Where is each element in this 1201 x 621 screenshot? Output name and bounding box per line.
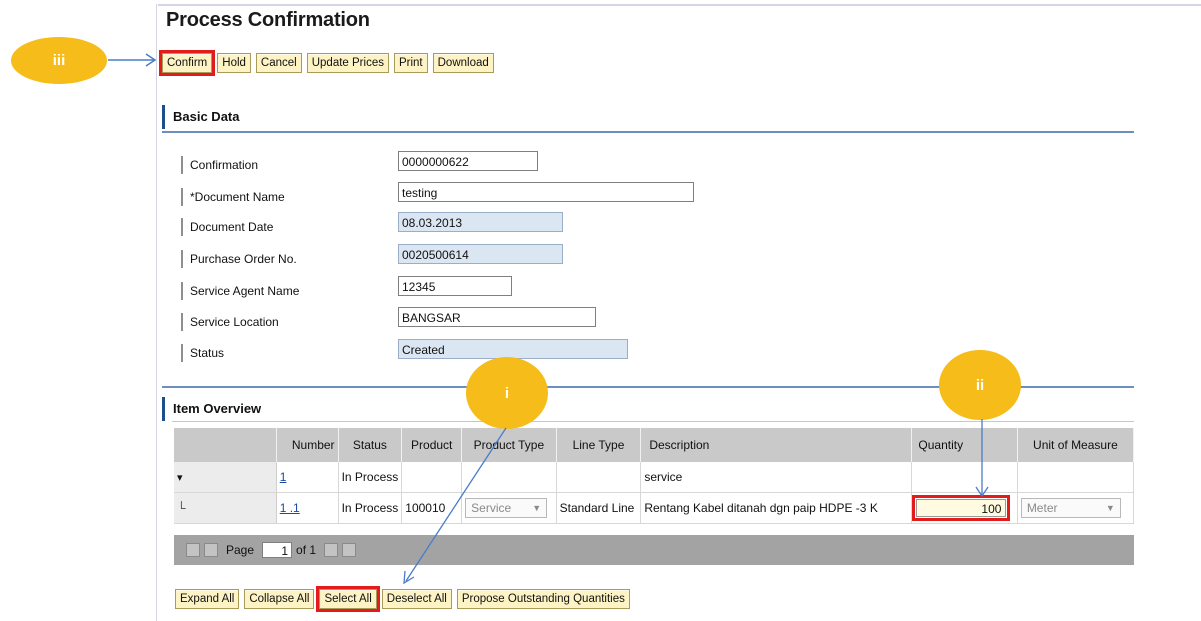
description-cell: service	[640, 462, 913, 493]
quantity-highlight: 100	[912, 495, 1011, 521]
window-left-border	[156, 4, 157, 621]
status-label: Status	[181, 344, 224, 362]
document-name-label: *Document Name	[181, 188, 285, 206]
purchase-order-label: Purchase Order No.	[181, 250, 297, 268]
document-date-label: Document Date	[181, 218, 273, 236]
item-overview-table: Number Status Product Product Type Line …	[174, 428, 1135, 524]
item-number-link[interactable]: 1	[280, 470, 287, 484]
service-agent-label: Service Agent Name	[181, 282, 299, 300]
status-cell: In Process	[338, 462, 403, 493]
col-line-type[interactable]: Line Type	[556, 428, 642, 462]
select-all-button[interactable]: Select All	[316, 586, 380, 612]
basic-data-header: Basic Data	[162, 105, 1145, 129]
expand-toggle-icon[interactable]: ▾	[177, 472, 183, 484]
product-type-cell: Service ▼	[461, 492, 557, 524]
product-cell	[401, 462, 463, 493]
row-selector[interactable]: ▾	[174, 462, 277, 493]
confirm-button[interactable]: Confirm	[158, 50, 216, 76]
status-field: Created	[398, 339, 628, 359]
annotation-bubble-iii: iii	[11, 37, 107, 84]
basic-data-divider	[162, 131, 1134, 133]
propose-outstanding-quantities-button[interactable]: Propose Outstanding Quantities	[456, 589, 630, 609]
print-button[interactable]: Print	[393, 53, 428, 73]
next-page-icon[interactable]	[324, 543, 339, 557]
uom-dropdown[interactable]: Meter ▼	[1020, 498, 1121, 518]
confirmation-field[interactable]: 0000000622	[398, 151, 538, 171]
service-agent-field[interactable]: 12345	[398, 276, 512, 296]
status-cell: In Process	[338, 492, 403, 524]
page-label: Page	[226, 543, 255, 557]
document-name-field[interactable]: testing	[398, 182, 694, 202]
col-description[interactable]: Description	[640, 428, 913, 462]
table-row[interactable]: └ 1 .1 In Process 100010 Service ▼ Stand…	[174, 492, 1135, 524]
page-number-input[interactable]: 1	[262, 542, 293, 558]
col-unit-of-measure[interactable]: Unit of Measure	[1017, 428, 1135, 462]
uom-cell: Meter ▼	[1017, 492, 1135, 524]
row-selector[interactable]: └	[174, 492, 277, 524]
last-page-icon[interactable]	[342, 543, 357, 557]
hold-button[interactable]: Hold	[217, 53, 251, 73]
collapse-all-button[interactable]: Collapse All	[244, 589, 315, 609]
document-date-field: 08.03.2013	[398, 212, 563, 232]
confirmation-label: Confirmation	[181, 156, 258, 174]
col-status[interactable]: Status	[338, 428, 403, 462]
cancel-button[interactable]: Cancel	[255, 53, 302, 73]
number-cell: 1 .1	[276, 492, 339, 524]
item-overview-divider	[172, 421, 1134, 422]
uom-cell	[1017, 462, 1135, 493]
quantity-input[interactable]: 100	[916, 499, 1007, 517]
product-cell: 100010	[401, 492, 463, 524]
first-page-icon[interactable]	[186, 543, 200, 557]
table-pager: Page 1 of 1	[174, 535, 1134, 565]
table-row[interactable]: ▾ 1 In Process service	[174, 462, 1135, 493]
expand-all-button[interactable]: Expand All	[175, 589, 240, 609]
window-top-border	[158, 4, 1201, 6]
update-prices-button[interactable]: Update Prices	[306, 53, 389, 73]
item-number-link[interactable]: 1 .1	[280, 501, 300, 515]
col-number[interactable]: Number	[276, 428, 339, 462]
col-product[interactable]: Product	[401, 428, 463, 462]
quantity-cell: 100	[911, 492, 1018, 524]
annotation-arrows-icon	[403, 419, 989, 585]
number-cell: 1	[276, 462, 339, 493]
uom-value: Meter	[1026, 501, 1058, 515]
purchase-order-field: 0020500614	[398, 244, 563, 264]
chevron-down-icon: ▼	[532, 503, 542, 513]
chevron-down-icon: ▼	[1105, 503, 1115, 513]
annotation-bubble-i: i	[466, 357, 548, 429]
service-location-field[interactable]: BANGSAR	[398, 307, 596, 327]
line-type-cell	[556, 462, 642, 493]
previous-page-icon[interactable]	[204, 543, 218, 557]
description-cell: Rentang Kabel ditanah dgn paip HDPE -3 K	[640, 492, 913, 524]
arrow-iii-icon	[108, 53, 157, 67]
col-quantity[interactable]: Quantity	[911, 428, 1018, 462]
product-type-cell	[461, 462, 557, 493]
product-type-value: Service	[471, 501, 512, 515]
product-type-dropdown[interactable]: Service ▼	[465, 498, 548, 518]
page-title: Process Confirmation	[166, 9, 370, 31]
line-type-cell: Standard Line	[556, 492, 642, 524]
download-button[interactable]: Download	[432, 53, 494, 73]
table-action-bar: Expand All Collapse All Select All Desel…	[175, 586, 630, 612]
page-count-label: of 1	[296, 543, 317, 557]
action-toolbar: Confirm Hold Cancel Update Prices Print …	[158, 50, 494, 76]
annotation-bubble-ii: ii	[939, 350, 1021, 420]
table-header-row: Number Status Product Product Type Line …	[174, 428, 1135, 462]
tree-branch-icon: └	[177, 501, 186, 515]
quantity-cell	[911, 462, 1018, 493]
service-location-label: Service Location	[181, 313, 279, 331]
col-product-type[interactable]: Product Type	[461, 428, 557, 462]
deselect-all-button[interactable]: Deselect All	[381, 589, 452, 609]
select-column-header	[174, 428, 277, 462]
